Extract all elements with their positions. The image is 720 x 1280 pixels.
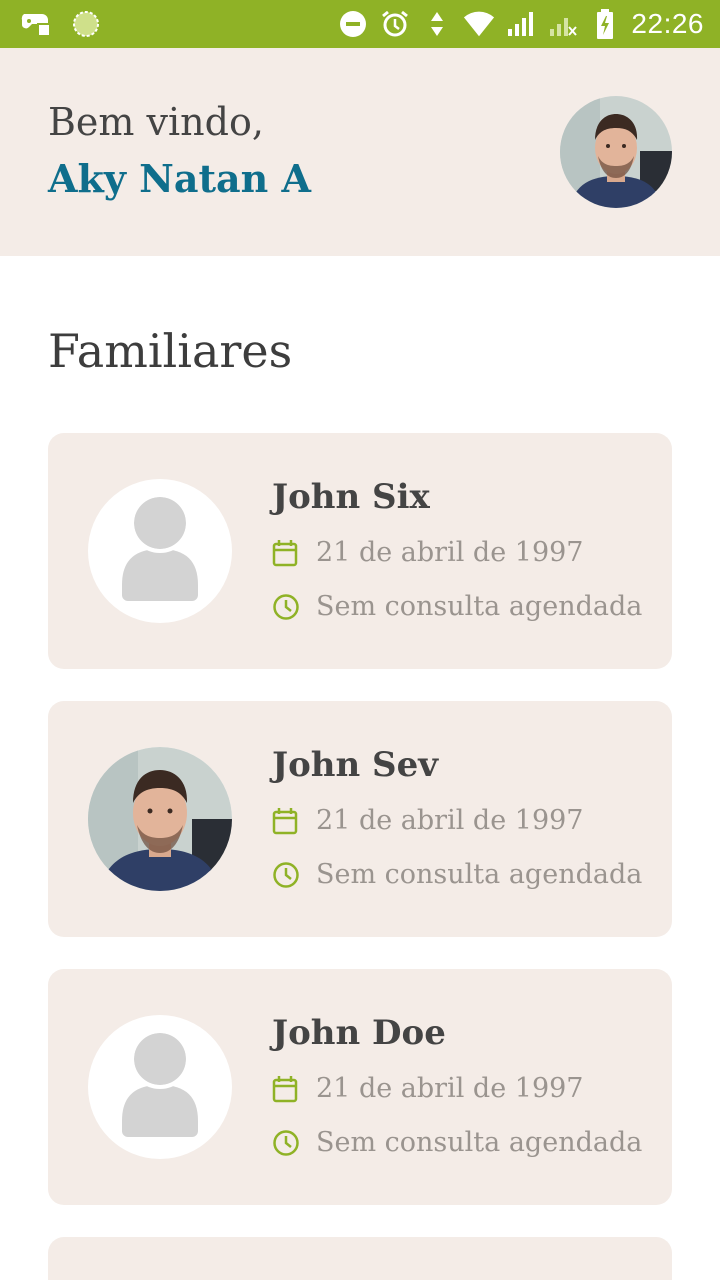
appointment-row: Sem consulta agendada (272, 859, 642, 890)
loading-circle-icon (70, 8, 102, 40)
appointment-row: Sem consulta agendada (272, 1127, 642, 1158)
birth-date: 21 de abril de 1997 (316, 805, 584, 836)
family-member-card-partial[interactable] (48, 1237, 672, 1280)
status-bar: 22:26 (0, 0, 720, 48)
signal-no-service-icon (547, 8, 579, 40)
user-name: Aky Natan A (48, 156, 311, 201)
calendar-icon (272, 539, 300, 567)
section-title: Familiares (48, 324, 293, 378)
user-placeholder-icon (122, 1029, 198, 1137)
do-not-disturb-icon (337, 8, 369, 40)
clock-icon (272, 861, 300, 889)
family-member-card[interactable]: John Six 21 de abril de 1997 Sem consult… (48, 433, 672, 669)
greeting-text: Bem vindo, (48, 100, 264, 144)
game-controller-icon (20, 8, 52, 40)
birth-date: 21 de abril de 1997 (316, 1073, 584, 1104)
user-placeholder-icon (122, 493, 198, 601)
avatar-placeholder (88, 1015, 232, 1159)
profile-avatar[interactable] (560, 96, 672, 208)
avatar-photo (88, 747, 232, 891)
appointment-status: Sem consulta agendada (316, 591, 643, 622)
calendar-icon (272, 1075, 300, 1103)
family-member-card[interactable]: John Sev 21 de abril de 1997 Sem consult… (48, 701, 672, 937)
data-arrows-icon (421, 8, 453, 40)
appointment-row: Sem consulta agendada (272, 591, 642, 622)
clock: 22:26 (631, 8, 704, 39)
alarm-icon (379, 8, 411, 40)
avatar-placeholder (88, 479, 232, 623)
member-name: John Doe (272, 1013, 446, 1053)
appointment-status: Sem consulta agendada (316, 1127, 643, 1158)
member-name: John Six (272, 477, 430, 517)
birth-date-row: 21 de abril de 1997 (272, 537, 583, 568)
clock-icon (272, 593, 300, 621)
birth-date-row: 21 de abril de 1997 (272, 1073, 583, 1104)
birth-date: 21 de abril de 1997 (316, 537, 584, 568)
birth-date-row: 21 de abril de 1997 (272, 805, 583, 836)
battery-charging-icon (589, 8, 621, 40)
clock-icon (272, 1129, 300, 1157)
member-name: John Sev (272, 745, 438, 785)
calendar-icon (272, 807, 300, 835)
welcome-header: Bem vindo, Aky Natan A (0, 48, 720, 256)
signal-icon (505, 8, 537, 40)
wifi-icon (463, 8, 495, 40)
family-member-card[interactable]: John Doe 21 de abril de 1997 Sem consult… (48, 969, 672, 1205)
appointment-status: Sem consulta agendada (316, 859, 643, 890)
